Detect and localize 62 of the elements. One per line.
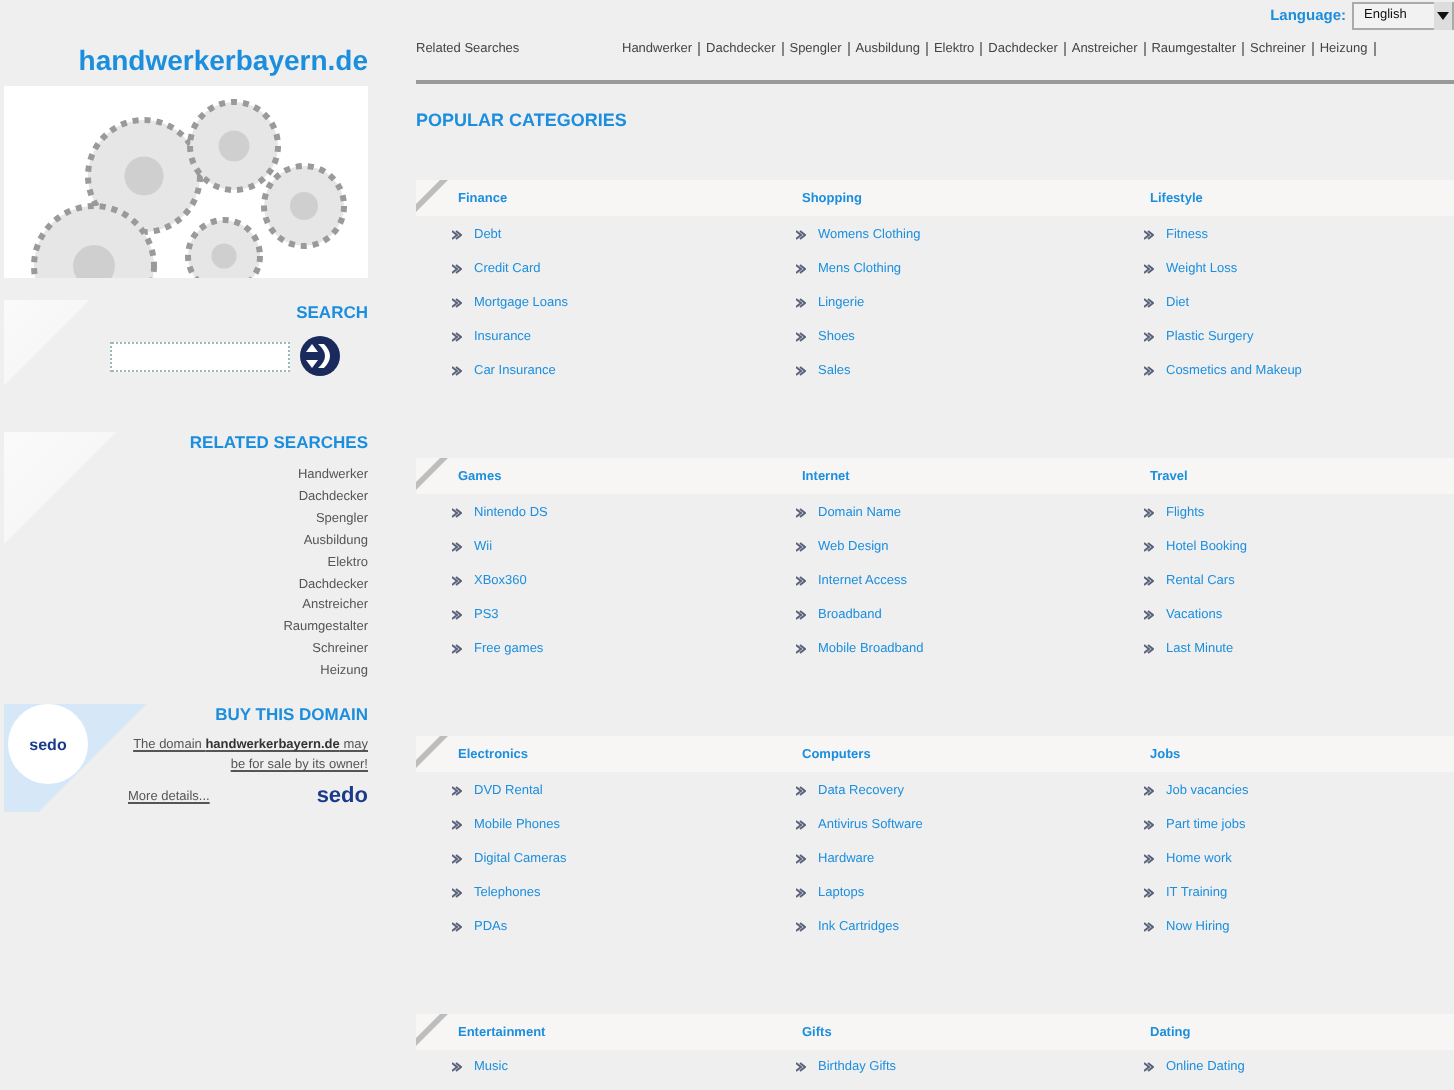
section-heading: POPULAR CATEGORIES	[416, 110, 629, 134]
chevron-icon	[796, 264, 806, 274]
stripe-icon	[416, 736, 452, 772]
chevron-icon	[452, 922, 462, 932]
chevron-icon	[1144, 508, 1154, 518]
chevron-icon	[1144, 366, 1154, 376]
section-heading: RELATED SEARCHES	[189, 432, 368, 454]
chevron-icon	[796, 230, 806, 240]
chevron-icon	[1144, 786, 1154, 796]
chevron-icon	[452, 786, 462, 796]
chevron-icon	[1144, 298, 1154, 308]
chevron-icon	[452, 888, 462, 898]
sedo-logo[interactable]: sedo	[316, 784, 368, 809]
chevron-icon	[452, 644, 462, 654]
chevron-icon	[452, 610, 462, 620]
chevron-icon	[1144, 332, 1154, 342]
chevron-icon	[1144, 230, 1154, 240]
stripe-icon	[416, 180, 452, 216]
chevron-icon	[796, 888, 806, 898]
section-heading: SEARCH	[296, 302, 368, 324]
chevron-icon	[1144, 264, 1154, 274]
logo-text: sedo	[29, 735, 67, 754]
chevron-icon	[452, 264, 462, 274]
site-title[interactable]: handwerkerbayern.de	[4, 44, 368, 86]
chevron-icon	[1144, 644, 1154, 654]
chevron-icon	[452, 508, 462, 518]
chevron-icon	[796, 366, 806, 376]
stripe-icon	[416, 458, 452, 494]
chevron-icon	[452, 1062, 462, 1072]
chevron-icon	[796, 542, 806, 552]
chevron-icon	[452, 854, 462, 864]
caret-icon	[1434, 1, 1452, 29]
chevron-icon	[1144, 922, 1154, 932]
chevron-icon	[796, 644, 806, 654]
chevron-icon	[796, 576, 806, 586]
stripe-icon	[416, 1014, 452, 1050]
chevron-icon	[796, 922, 806, 932]
chevron-icon	[452, 298, 462, 308]
chevron-icon	[796, 786, 806, 796]
search-field[interactable]	[110, 341, 290, 371]
chevron-icon	[452, 820, 462, 830]
chevron-icon	[796, 508, 806, 518]
chevron-icon	[1144, 888, 1154, 898]
chevron-icon	[1144, 1062, 1154, 1072]
chevron-icon	[796, 820, 806, 830]
section-heading: BUY THIS DOMAIN	[215, 704, 368, 727]
search-button[interactable]	[300, 336, 340, 376]
chevron-icon	[1144, 576, 1154, 586]
chevron-icon	[1144, 820, 1154, 830]
chevron-icon	[452, 332, 462, 342]
chevron-icon	[796, 332, 806, 342]
chevron-icon	[796, 1062, 806, 1072]
chevron-icon	[796, 298, 806, 308]
chevron-icon	[1144, 610, 1154, 620]
chevron-icon	[452, 230, 462, 240]
chevron-icon	[452, 576, 462, 586]
chevron-icon	[1144, 542, 1154, 552]
chevron-icon	[796, 610, 806, 620]
chevron-icon	[452, 366, 462, 376]
chevron-icon	[452, 542, 462, 552]
chevron-icon	[1144, 854, 1154, 864]
chevron-icon	[796, 854, 806, 864]
